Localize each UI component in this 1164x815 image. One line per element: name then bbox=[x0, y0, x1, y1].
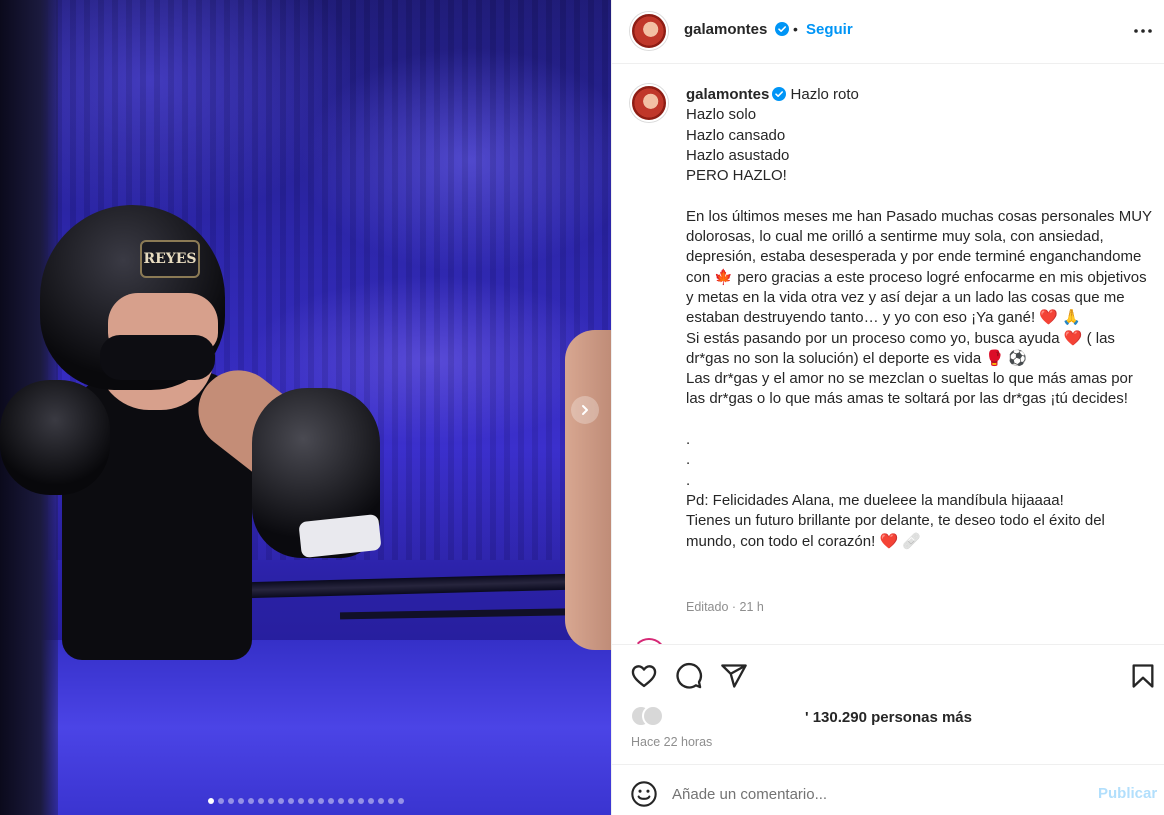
likes-text[interactable]: 130.290 personas más bbox=[813, 709, 972, 726]
carousel-dot bbox=[257, 798, 264, 804]
author-avatar[interactable] bbox=[630, 12, 668, 50]
carousel-dot bbox=[277, 798, 284, 804]
post-sidebar: galamontes • Seguir galamontes Hazlo rot… bbox=[611, 0, 1164, 815]
carousel-dot bbox=[217, 798, 224, 804]
more-horizontal-icon[interactable] bbox=[1132, 20, 1154, 42]
caption-username[interactable]: galamontes bbox=[686, 86, 787, 103]
author-username[interactable]: galamontes bbox=[684, 21, 789, 38]
carousel-dot bbox=[357, 798, 364, 804]
carousel-dot bbox=[397, 798, 404, 804]
opponent-figure bbox=[565, 330, 611, 650]
verified-badge-icon bbox=[774, 22, 789, 36]
headgear-chin-guard bbox=[100, 335, 215, 380]
carousel-dot bbox=[377, 798, 384, 804]
ring-rope bbox=[199, 572, 611, 600]
carousel-dot bbox=[227, 798, 234, 804]
caption-edited-time: Editado · 21 h bbox=[686, 600, 764, 614]
carousel-dot bbox=[367, 798, 374, 804]
caption-lead: Hazlo roto bbox=[790, 86, 859, 103]
likes-count[interactable]: ' 130.290 personas más bbox=[612, 709, 1164, 726]
carousel-dot bbox=[307, 798, 314, 804]
post-caption: galamontes Hazlo roto Hazlo solo Hazlo c… bbox=[686, 85, 1154, 552]
carousel-dot bbox=[207, 798, 214, 804]
boxing-glove-right bbox=[252, 388, 382, 559]
carousel-dot bbox=[267, 798, 274, 804]
caption-author-avatar[interactable] bbox=[630, 84, 668, 122]
paper-plane-icon[interactable] bbox=[720, 662, 748, 690]
comment-icon[interactable] bbox=[675, 662, 703, 690]
verified-badge-icon bbox=[772, 87, 787, 101]
carousel-dot bbox=[317, 798, 324, 804]
smiley-icon[interactable] bbox=[630, 780, 658, 808]
comment-input[interactable] bbox=[672, 777, 1082, 811]
carousel-dot bbox=[247, 798, 254, 804]
chevron-right-icon bbox=[582, 405, 588, 415]
bookmark-icon[interactable] bbox=[1129, 662, 1157, 690]
carousel-next-button[interactable] bbox=[571, 396, 599, 424]
ring-floor bbox=[0, 640, 611, 815]
boxing-headgear: REYES bbox=[40, 205, 225, 390]
post-timestamp[interactable]: Hace 22 horas bbox=[631, 735, 712, 749]
publish-button[interactable]: Publicar bbox=[1098, 785, 1157, 802]
caption-username-text[interactable]: galamontes bbox=[686, 86, 769, 103]
username-text[interactable]: galamontes bbox=[684, 21, 767, 38]
headgear-brand-logo: REYES bbox=[140, 240, 200, 278]
post-media[interactable]: REYES bbox=[0, 0, 611, 815]
post-actions: ' 130.290 personas más Hace 22 horas bbox=[612, 644, 1164, 764]
heart-icon[interactable] bbox=[630, 662, 658, 690]
likes-prefix: ' bbox=[804, 709, 813, 726]
caption-body: Hazlo solo Hazlo cansado Hazlo asustado … bbox=[686, 106, 1152, 550]
carousel-dot bbox=[327, 798, 334, 804]
boxing-glove-left bbox=[0, 380, 110, 495]
caption-section: galamontes Hazlo roto Hazlo solo Hazlo c… bbox=[612, 64, 1164, 644]
carousel-dot bbox=[237, 798, 244, 804]
carousel-dot bbox=[287, 798, 294, 804]
post-header: galamontes • Seguir bbox=[612, 0, 1164, 64]
carousel-dot bbox=[387, 798, 394, 804]
header-separator: • bbox=[793, 21, 798, 37]
carousel-dot bbox=[297, 798, 304, 804]
carousel-dot bbox=[347, 798, 354, 804]
carousel-indicator bbox=[0, 798, 611, 804]
follow-button[interactable]: Seguir bbox=[806, 21, 853, 38]
carousel-dot bbox=[337, 798, 344, 804]
comment-composer: Publicar bbox=[612, 764, 1164, 815]
